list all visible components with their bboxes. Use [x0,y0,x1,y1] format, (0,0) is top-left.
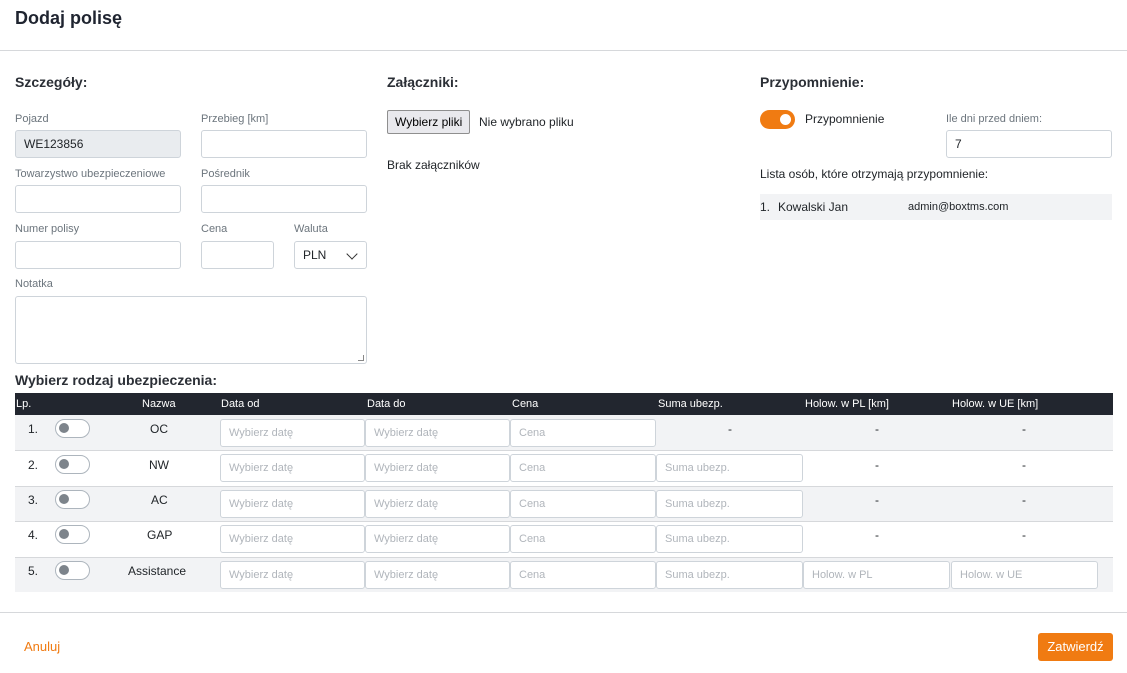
tow-ue-empty: - [1022,458,1026,472]
recipient-email: admin@boxtms.com [908,201,1009,213]
header-divider [0,50,1127,51]
tow-ue-empty: - [1022,493,1026,507]
table-row: 4. GAP Wybierz datę Wybierz datę Cena Su… [15,522,1113,558]
row-toggle[interactable] [55,455,90,474]
row-index: 5. [28,564,39,578]
tow-ue-empty: - [1022,422,1026,436]
sum-input[interactable]: Suma ubezp. [656,561,803,589]
vehicle-label: Pojazd [15,113,49,125]
footer-divider [0,612,1127,613]
row-index: 4. [28,528,39,542]
row-index: 3. [28,493,39,507]
recipient-list-item: 1. Kowalski Jan admin@boxtms.com [760,194,1112,220]
date-from-input[interactable]: Wybierz datę [220,525,365,553]
row-toggle[interactable] [55,490,90,509]
sum-input[interactable]: Suma ubezp. [656,490,803,518]
recipient-index: 1. [760,200,771,214]
recipient-name: Kowalski Jan [778,200,849,214]
sum-input[interactable]: Suma ubezp. [656,454,803,482]
date-from-input[interactable]: Wybierz datę [220,419,365,447]
price-cell-input[interactable]: Cena [510,525,656,553]
tow-pl-empty: - [875,422,879,436]
policy-number-input[interactable] [15,241,181,269]
price-cell-input[interactable]: Cena [510,419,656,447]
note-textarea[interactable] [15,296,367,364]
col-header-index: Lp. [16,398,32,410]
confirm-button[interactable]: Zatwierdź [1038,633,1113,661]
tow-pl-empty: - [875,528,879,542]
row-toggle[interactable] [55,525,90,544]
note-label: Notatka [15,278,53,290]
currency-label: Waluta [294,223,328,235]
date-to-input[interactable]: Wybierz datę [365,454,510,482]
row-toggle[interactable] [55,561,90,580]
date-from-input[interactable]: Wybierz datę [220,454,365,482]
date-from-input[interactable]: Wybierz datę [220,490,365,518]
row-index: 2. [28,458,39,472]
col-header-name: Nazwa [142,398,176,410]
price-cell-input[interactable]: Cena [510,490,656,518]
recipients-label: Lista osób, które otrzymają przypomnieni… [760,167,989,181]
col-header-sum: Suma ubezp. [658,398,723,410]
price-cell-input[interactable]: Cena [510,454,656,482]
row-toggle[interactable] [55,419,90,438]
row-name: GAP [147,528,173,542]
row-name: Assistance [128,564,187,578]
policy-number-label: Numer polisy [15,223,80,235]
attachments-section-title: Załączniki: [387,74,459,90]
col-header-date-to: Data do [367,398,406,410]
price-label: Cena [201,223,228,235]
insurance-section-title: Wybierz rodzaj ubezpieczenia: [15,372,218,388]
tow-pl-input[interactable]: Holow. w PL [803,561,950,589]
row-name: AC [151,493,168,507]
price-input[interactable] [201,241,274,269]
table-header: Lp. Nazwa Data od Data do Cena Suma ubez… [15,393,1113,415]
broker-input[interactable] [201,185,367,213]
col-header-price: Cena [512,398,539,410]
date-from-input[interactable]: Wybierz datę [220,561,365,589]
row-index: 1. [28,422,39,436]
currency-select[interactable]: PLN [294,241,367,269]
mileage-input[interactable] [201,130,367,158]
tow-ue-input[interactable]: Holow. w UE [951,561,1098,589]
insurer-label: Towarzystwo ubezpieczeniowe [15,168,166,180]
cancel-button[interactable]: Anuluj [24,639,60,654]
resize-grip-icon[interactable] [358,355,364,361]
no-file-text: Nie wybrano pliku [479,115,574,129]
table-row: 5. Assistance Wybierz datę Wybierz datę … [15,558,1113,592]
sum-empty: - [728,422,732,436]
no-attachments-text: Brak załączników [387,158,480,172]
row-name: NW [149,458,169,472]
tow-pl-empty: - [875,458,879,472]
date-to-input[interactable]: Wybierz datę [365,490,510,518]
reminder-toggle[interactable] [760,110,795,129]
reminder-toggle-label: Przypomnienie [805,112,885,126]
tow-ue-empty: - [1022,528,1026,542]
col-header-date-from: Data od [221,398,260,410]
table-row: 1. OC Wybierz datę Wybierz datę Cena - -… [15,415,1113,451]
reminder-section-title: Przypomnienie: [760,74,865,90]
date-to-input[interactable]: Wybierz datę [365,419,510,447]
days-before-input[interactable]: 7 [946,130,1112,158]
date-to-input[interactable]: Wybierz datę [365,561,510,589]
days-before-label: Ile dni przed dniem: [946,113,1042,125]
modal-title: Dodaj polisę [15,8,123,28]
mileage-label: Przebieg [km] [201,113,269,125]
col-header-tow-pl: Holow. w PL [km] [805,398,889,410]
vehicle-field[interactable]: WE123856 [15,130,181,158]
currency-value: PLN [303,248,327,262]
table-row: 3. AC Wybierz datę Wybierz datę Cena Sum… [15,487,1113,522]
chevron-down-icon [346,248,358,260]
row-name: OC [150,422,168,436]
sum-input[interactable]: Suma ubezp. [656,525,803,553]
price-cell-input[interactable]: Cena [510,561,656,589]
details-section-title: Szczegóły: [15,74,88,90]
broker-label: Pośrednik [201,168,250,180]
table-row: 2. NW Wybierz datę Wybierz datę Cena Sum… [15,451,1113,487]
tow-pl-empty: - [875,493,879,507]
choose-files-button[interactable]: Wybierz pliki [387,110,471,134]
date-to-input[interactable]: Wybierz datę [365,525,510,553]
insurer-input[interactable] [15,185,181,213]
col-header-tow-ue: Holow. w UE [km] [952,398,1039,410]
